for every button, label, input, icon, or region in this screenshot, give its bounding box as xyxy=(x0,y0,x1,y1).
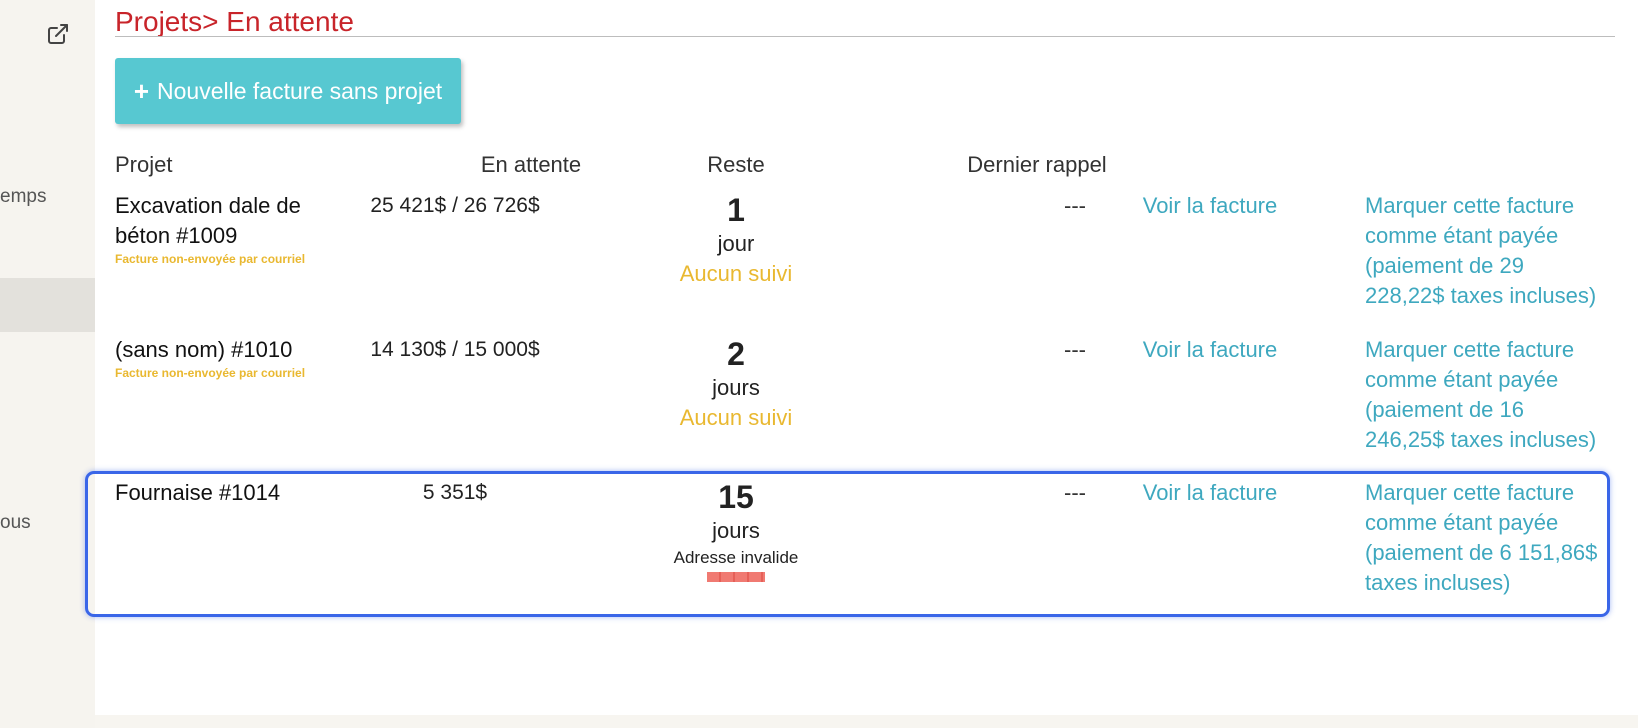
remaining-days-value: 1 xyxy=(727,192,745,228)
view-invoice-link[interactable]: Voir la facture xyxy=(1110,191,1310,221)
main-content: Projets> En attente + Nouvelle facture s… xyxy=(85,0,1638,715)
follow-up-status: Aucun suivi xyxy=(679,405,793,430)
project-name: Excavation dale de béton #1009 xyxy=(115,193,301,248)
new-invoice-button[interactable]: + Nouvelle facture sans projet xyxy=(115,58,461,124)
remaining-cell: 15 jours Adresse invalide xyxy=(636,478,836,582)
pending-amount: 14 130$ / 15 000$ xyxy=(370,338,540,361)
sidebar-item-label[interactable]: emps xyxy=(0,186,46,208)
remaining-cell: 1 jour Aucun suivi xyxy=(636,191,836,289)
sidebar-item-label[interactable]: ous xyxy=(0,512,31,534)
column-header-project: Projet xyxy=(115,152,173,177)
new-invoice-label: Nouvelle facture sans projet xyxy=(157,77,443,104)
mark-paid-link[interactable]: Marquer cette facture comme étant payée … xyxy=(1365,191,1605,311)
sidebar: emps ous xyxy=(0,0,95,728)
pending-amount: 5 351$ xyxy=(422,481,488,504)
remaining-days-value: 2 xyxy=(727,336,745,372)
project-cell: Excavation dale de béton #1009 Facture n… xyxy=(115,191,355,267)
address-status: Adresse invalide xyxy=(673,548,799,567)
unsent-warning: Facture non-envoyée par courriel xyxy=(115,366,306,380)
mark-paid-link[interactable]: Marquer cette facture comme étant payée … xyxy=(1365,478,1605,598)
external-link-icon[interactable] xyxy=(46,22,70,46)
project-cell: Fournaise #1014 xyxy=(115,478,355,508)
mark-paid-link[interactable]: Marquer cette facture comme étant payée … xyxy=(1365,335,1605,455)
project-cell: (sans nom) #1010 Facture non-envoyée par… xyxy=(115,335,355,381)
view-invoice-link[interactable]: Voir la facture xyxy=(1110,478,1310,508)
view-invoice-link[interactable]: Voir la facture xyxy=(1110,335,1310,365)
remaining-cell: 2 jours Aucun suivi xyxy=(636,335,836,433)
column-header-last-reminder: Dernier rappel xyxy=(967,152,1107,177)
sidebar-item-active[interactable] xyxy=(0,278,95,332)
unsent-warning: Facture non-envoyée par courriel xyxy=(115,252,306,266)
project-name: (sans nom) #1010 xyxy=(115,337,293,362)
project-name: Fournaise #1014 xyxy=(115,480,281,505)
follow-up-status: Aucun suivi xyxy=(679,261,793,286)
column-header-pending: En attente xyxy=(480,152,582,177)
remaining-days-unit: jours xyxy=(712,375,760,400)
remaining-days-value: 15 xyxy=(718,479,754,515)
page-title: Projets> En attente xyxy=(115,6,354,37)
title-divider xyxy=(115,36,1615,37)
remaining-days-unit: jours xyxy=(712,518,760,543)
invalid-address-bar xyxy=(707,572,765,582)
column-header-remaining: Reste xyxy=(707,152,765,177)
pending-amount: 25 421$ / 26 726$ xyxy=(370,194,540,217)
remaining-days-unit: jour xyxy=(717,231,755,256)
plus-icon: + xyxy=(133,76,150,106)
